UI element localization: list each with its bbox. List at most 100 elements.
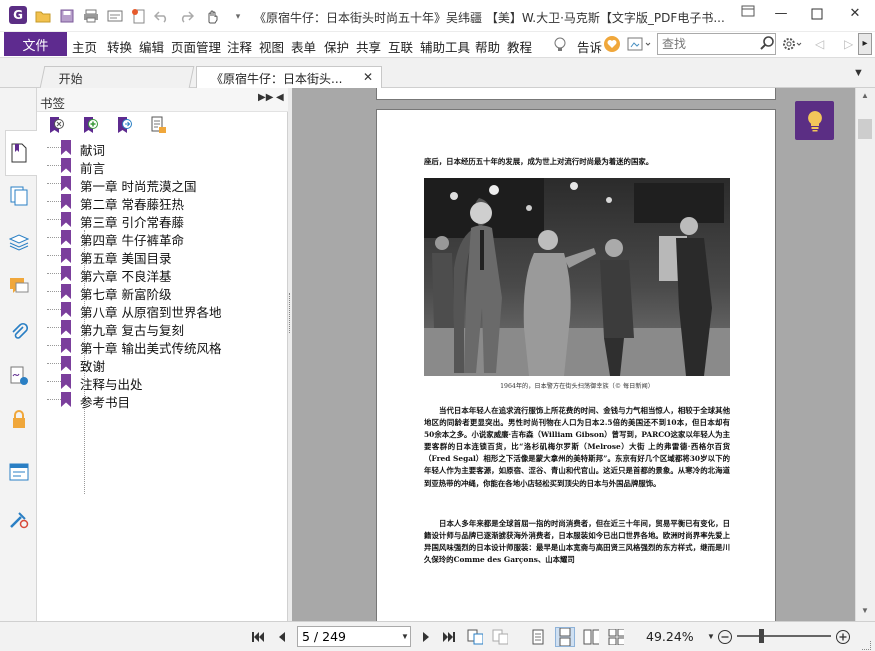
customize-toolbar-chevron-icon[interactable]: ▾ — [230, 8, 246, 24]
resize-grip-icon[interactable] — [862, 641, 871, 650]
redo-icon[interactable] — [178, 8, 194, 24]
bookmark-item[interactable]: 注释与出处 — [47, 373, 267, 392]
comments-icon[interactable] — [8, 275, 30, 297]
menu-share[interactable]: 共享 — [356, 37, 381, 56]
close-window-button[interactable]: ✕ — [842, 4, 868, 24]
close-tab-icon[interactable]: ✕ — [363, 70, 373, 84]
tab-document[interactable]: 《原宿牛仔：日本街头... ✕ — [196, 66, 382, 88]
hand-tool-icon[interactable] — [204, 8, 220, 24]
bookmark-item[interactable]: 第二章 常春藤狂热 — [47, 193, 267, 212]
add-bookmark-icon[interactable] — [81, 116, 99, 134]
form-fields-icon[interactable] — [8, 461, 30, 483]
bookmark-item[interactable]: 第八章 从原宿到世界各地 — [47, 301, 267, 320]
zoom-slider-thumb[interactable] — [759, 629, 764, 643]
document-view[interactable]: 座后，日本经历五十年的发展，成为世上对流行时尚最为着迷的国家。 1964年的，日… — [292, 88, 855, 621]
app-logo-icon[interactable]: G — [9, 6, 27, 24]
bookmark-properties-icon[interactable] — [149, 116, 167, 134]
bookmark-item[interactable]: 第七章 新富阶级 — [47, 283, 267, 302]
undo-icon[interactable] — [154, 8, 170, 24]
maximize-button[interactable] — [804, 4, 830, 24]
page-thumbnails-icon[interactable] — [8, 185, 30, 207]
panel-options-icon[interactable]: ◀ — [276, 92, 284, 103]
page-number-input[interactable] — [297, 626, 411, 647]
menu-view[interactable]: 视图 — [259, 37, 284, 56]
ribbon-scroll-right-icon[interactable]: ▷ — [844, 37, 853, 51]
bookmark-item[interactable]: 第四章 牛仔裤革命 — [47, 229, 267, 248]
properties-icon[interactable] — [107, 8, 123, 24]
last-page-icon[interactable] — [441, 629, 457, 645]
menu-help[interactable]: 帮助 — [475, 37, 500, 56]
bookmark-item[interactable]: 第一章 时尚荒漠之国 — [47, 175, 267, 194]
bookmark-flag-icon — [61, 338, 71, 353]
first-page-icon[interactable] — [250, 629, 266, 645]
bookmark-item[interactable]: 前言 — [47, 157, 267, 176]
open-folder-icon[interactable] — [35, 8, 51, 24]
continuous-facing-view-icon[interactable] — [608, 629, 624, 645]
bookmark-item[interactable]: 第九章 复古与复刻 — [47, 319, 267, 338]
zoom-in-icon[interactable] — [835, 629, 851, 645]
previous-view-icon[interactable] — [467, 629, 483, 645]
menu-page-management[interactable]: 页面管理 — [171, 37, 221, 56]
search-icon[interactable] — [759, 35, 775, 54]
vertical-scrollbar[interactable]: ▲ ▼ — [855, 88, 875, 621]
zoom-slider-track[interactable] — [737, 635, 831, 637]
zoom-dropdown-icon[interactable]: ▼ — [707, 632, 715, 641]
feedback-heart-icon[interactable] — [604, 36, 620, 52]
menu-tutorial[interactable]: 教程 — [507, 37, 532, 56]
bookmark-item[interactable]: 献词 — [47, 139, 267, 158]
menu-home[interactable]: 主页 — [72, 37, 97, 56]
tab-start[interactable]: 开始 — [39, 66, 195, 88]
find-options-icon[interactable] — [627, 36, 653, 55]
lightbulb-hint-icon — [807, 110, 822, 131]
bookmark-flag-icon — [61, 140, 71, 155]
delete-bookmark-icon[interactable] — [47, 116, 65, 134]
page-dropdown-icon[interactable]: ▼ — [401, 632, 409, 641]
smart-hint-button[interactable] — [795, 101, 834, 140]
bookmark-item[interactable]: 参考书目 — [47, 391, 267, 410]
menu-comment[interactable]: 注释 — [227, 37, 252, 56]
zoom-level[interactable]: 49.24% — [646, 629, 694, 644]
attachments-icon[interactable] — [8, 320, 30, 342]
menu-connect[interactable]: 互联 — [388, 37, 413, 56]
scroll-up-icon[interactable]: ▲ — [861, 91, 869, 100]
previous-page — [376, 88, 776, 100]
ribbon-display-icon[interactable] — [735, 4, 761, 24]
new-document-icon[interactable] — [131, 8, 147, 24]
security-lock-icon[interactable] — [8, 408, 30, 430]
next-page-icon[interactable] — [418, 629, 434, 645]
continuous-view-button[interactable] — [555, 627, 575, 647]
scroll-down-icon[interactable]: ▼ — [861, 606, 869, 615]
signatures-icon[interactable] — [8, 365, 30, 387]
print-icon[interactable] — [83, 8, 99, 24]
menu-convert[interactable]: 转换 — [107, 37, 132, 56]
menu-protect[interactable]: 保护 — [324, 37, 349, 56]
save-icon[interactable] — [59, 8, 75, 24]
ribbon-scroll-left-icon[interactable]: ◁ — [815, 37, 824, 51]
ribbon-expand-button[interactable]: ▸ — [858, 33, 872, 55]
destinations-icon[interactable] — [8, 508, 30, 530]
bookmark-flag-icon — [61, 302, 71, 317]
facing-view-icon[interactable] — [583, 629, 599, 645]
zoom-out-icon[interactable] — [717, 629, 733, 645]
previous-page-icon[interactable] — [274, 629, 290, 645]
bookmark-item[interactable]: 第十章 输出美式传统风格 — [47, 337, 267, 356]
menu-accessibility[interactable]: 辅助工具 — [420, 37, 470, 56]
single-page-view-icon[interactable] — [530, 629, 546, 645]
settings-gear-icon[interactable] — [782, 36, 804, 55]
tab-list-chevron-icon[interactable]: ▼ — [853, 67, 864, 79]
layers-icon[interactable] — [8, 231, 30, 253]
bookmark-item[interactable]: 第六章 不良洋基 — [47, 265, 267, 284]
tell-me-label[interactable]: 告诉 — [577, 37, 602, 56]
minimize-button[interactable]: — — [768, 4, 794, 24]
file-menu[interactable]: 文件 — [4, 32, 67, 56]
menu-form[interactable]: 表单 — [291, 37, 316, 56]
bookmark-item[interactable]: 致谢 — [47, 355, 267, 374]
bookmark-item[interactable]: 第三章 引介常春藤 — [47, 211, 267, 230]
menu-edit[interactable]: 编辑 — [139, 37, 164, 56]
expand-bookmark-icon[interactable] — [115, 116, 133, 134]
bookmark-panel-icon[interactable] — [8, 142, 30, 164]
scroll-thumb[interactable] — [858, 119, 872, 139]
next-view-icon[interactable] — [492, 629, 508, 645]
bookmark-item[interactable]: 第五章 美国目录 — [47, 247, 267, 266]
panel-collapse-icon[interactable]: ▶▶ — [258, 92, 273, 103]
